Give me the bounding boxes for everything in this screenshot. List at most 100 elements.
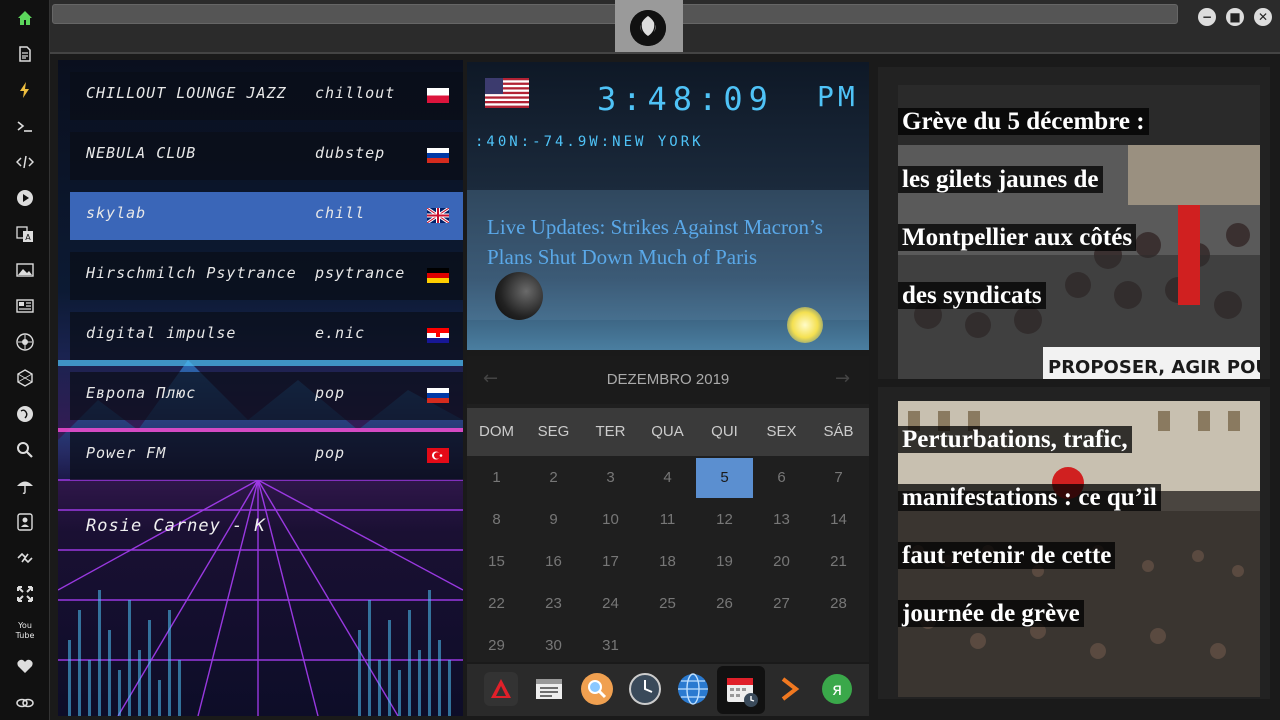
- link-icon[interactable]: [13, 546, 37, 570]
- weekday-label: TER: [595, 423, 626, 440]
- calendar-day[interactable]: 18: [639, 542, 696, 582]
- radio-panel: CHILLOUT LOUNGE JAZZ chillout NEBULA CLU…: [58, 60, 463, 716]
- desktop: A You Tube − ■ ✕ CHILLOUT LOUNGE JAZZ ch…: [0, 0, 1280, 720]
- station-row[interactable]: digital impulse e.nic: [70, 312, 463, 360]
- calendar-day[interactable]: 9: [525, 500, 582, 540]
- next-month-button[interactable]: →: [835, 368, 850, 389]
- station-row[interactable]: CHILLOUT LOUNGE JAZZ chillout: [70, 72, 463, 120]
- calendar-day[interactable]: 31: [582, 626, 639, 666]
- calendar-day[interactable]: 30: [525, 626, 582, 666]
- station-genre: dubstep: [315, 144, 386, 162]
- calendar-day[interactable]: 3: [582, 458, 639, 498]
- heart-icon[interactable]: [13, 654, 37, 678]
- station-row[interactable]: Европа Плюс pop: [70, 372, 463, 420]
- calendar-day[interactable]: 1: [468, 458, 525, 498]
- protest-banner-text: PROPOSER, AGIR POUR LE P: [1048, 357, 1260, 378]
- play-icon[interactable]: [13, 186, 37, 210]
- news-card[interactable]: Perturbations, trafic, manifestations : …: [875, 384, 1273, 702]
- calendar-day[interactable]: 23: [525, 584, 582, 624]
- maximize-button[interactable]: ■: [1226, 8, 1244, 26]
- hexagon-icon[interactable]: [13, 366, 37, 390]
- clock-ampm: PM: [817, 80, 859, 113]
- calendar-day[interactable]: 25: [639, 584, 696, 624]
- croatia-flag-icon: [427, 328, 449, 343]
- rebel-icon[interactable]: [13, 330, 37, 354]
- home-icon[interactable]: [13, 6, 37, 30]
- station-row[interactable]: NEBULA CLUB dubstep: [70, 132, 463, 180]
- calendar-day-today[interactable]: 5: [696, 458, 753, 498]
- calendar-list-icon[interactable]: [532, 672, 566, 706]
- calendar-day[interactable]: 28: [810, 584, 867, 624]
- calendar-day[interactable]: 29: [468, 626, 525, 666]
- calendar-day[interactable]: 14: [810, 500, 867, 540]
- station-genre: chillout: [315, 84, 396, 102]
- logo-tab[interactable]: [615, 0, 683, 52]
- calendar-day[interactable]: 26: [696, 584, 753, 624]
- terminal-icon[interactable]: [13, 114, 37, 138]
- calendar-day[interactable]: 11: [639, 500, 696, 540]
- calendar-app-icon[interactable]: [717, 666, 765, 714]
- news-caption-line: journée de grève: [898, 585, 1084, 643]
- calendar-day[interactable]: 19: [696, 542, 753, 582]
- globe-app-icon[interactable]: [676, 672, 710, 706]
- clock-app-icon[interactable]: [628, 672, 662, 706]
- calendar-day[interactable]: 15: [468, 542, 525, 582]
- calendar-day[interactable]: 8: [468, 500, 525, 540]
- caption-text: Perturbations, trafic,: [898, 426, 1132, 453]
- calendar-day[interactable]: 27: [753, 584, 810, 624]
- app-dock: я: [467, 664, 869, 716]
- calendar-day[interactable]: 4: [639, 458, 696, 498]
- station-genre: psytrance: [315, 264, 406, 282]
- station-name: Hirschmilch Psytrance: [86, 264, 297, 282]
- calendar-day[interactable]: 22: [468, 584, 525, 624]
- news-caption-line: les gilets jaunes de: [898, 151, 1103, 209]
- station-row-active[interactable]: skylab chill: [70, 192, 463, 240]
- cloud-link-icon[interactable]: [13, 690, 37, 714]
- play-arrow-icon[interactable]: [772, 672, 806, 706]
- app-launcher-icon[interactable]: [484, 672, 518, 706]
- file-icon[interactable]: [13, 42, 37, 66]
- calendar-day[interactable]: 16: [525, 542, 582, 582]
- calendar-day[interactable]: 2: [525, 458, 582, 498]
- station-row[interactable]: Hirschmilch Psytrance psytrance: [70, 252, 463, 300]
- umbrella-icon[interactable]: [13, 474, 37, 498]
- calendar-day[interactable]: 7: [810, 458, 867, 498]
- weekday-label: SÁB: [823, 423, 854, 440]
- search-app-icon[interactable]: [580, 672, 614, 706]
- station-genre: pop: [315, 444, 346, 462]
- yandex-icon[interactable]: я: [820, 672, 854, 706]
- calendar-day[interactable]: 6: [753, 458, 810, 498]
- station-row[interactable]: Power FM pop: [70, 432, 463, 480]
- calendar-day[interactable]: 10: [582, 500, 639, 540]
- calendar-day[interactable]: 21: [810, 542, 867, 582]
- news-card[interactable]: PROPOSER, AGIR POUR LE P Grève du 5 déce…: [875, 64, 1273, 382]
- bolt-icon[interactable]: [13, 78, 37, 102]
- station-name: NEBULA CLUB: [86, 144, 197, 162]
- image-icon[interactable]: [13, 258, 37, 282]
- news-headline[interactable]: Live Updates: Strikes Against Macron’s P…: [487, 212, 847, 272]
- code-icon[interactable]: [13, 150, 37, 174]
- top-bar: − ■ ✕: [50, 0, 1280, 52]
- calendar-day[interactable]: 13: [753, 500, 810, 540]
- news-caption-line: Grève du 5 décembre :: [898, 93, 1149, 151]
- clock-panel: 3:48:09 PM :40N:-74.9W:NEW YORK Live Upd…: [467, 62, 869, 350]
- station-genre: chill: [315, 204, 366, 222]
- expand-icon[interactable]: [13, 582, 37, 606]
- calendar-day[interactable]: 12: [696, 500, 753, 540]
- calendar-day[interactable]: 24: [582, 584, 639, 624]
- contact-icon[interactable]: [13, 510, 37, 534]
- calendar-widget: ← DEZEMBRO 2019 → DOM SEG TER QUA QUI SE…: [467, 356, 869, 662]
- news-caption-line: manifestations : ce qu’il: [898, 469, 1161, 527]
- globe-icon[interactable]: [13, 402, 37, 426]
- clock-time: 3:48:09: [597, 80, 774, 118]
- close-button[interactable]: ✕: [1254, 8, 1272, 26]
- newspaper-icon[interactable]: [13, 294, 37, 318]
- weekday-label: QUI: [711, 423, 738, 440]
- translate-icon[interactable]: A: [13, 222, 37, 246]
- calendar-day[interactable]: 17: [582, 542, 639, 582]
- minimize-button[interactable]: −: [1198, 8, 1216, 26]
- search-icon[interactable]: [13, 438, 37, 462]
- poland-flag-icon: [427, 88, 449, 103]
- youtube-icon[interactable]: You Tube: [13, 618, 37, 642]
- calendar-day[interactable]: 20: [753, 542, 810, 582]
